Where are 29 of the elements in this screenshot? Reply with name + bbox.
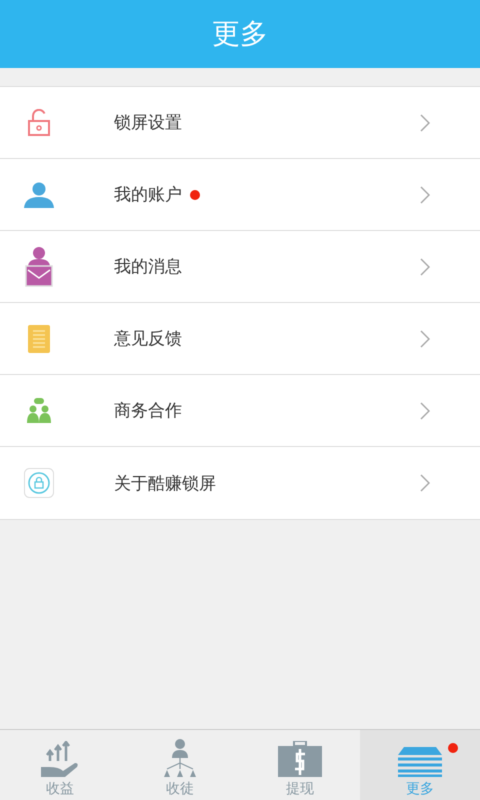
menu-label: 我的消息 bbox=[114, 256, 182, 278]
chevron-icon bbox=[420, 258, 430, 276]
padlock-icon bbox=[27, 108, 51, 136]
menu-row[interactable]: 锁屏设置 bbox=[0, 87, 480, 159]
org-chart-icon bbox=[162, 739, 198, 777]
menu-row[interactable]: 关于酷赚锁屏 bbox=[0, 447, 480, 519]
chevron-icon bbox=[420, 474, 430, 492]
chevron-icon bbox=[420, 402, 430, 420]
menu-label: 意见反馈 bbox=[114, 328, 182, 350]
chevron-icon bbox=[420, 114, 430, 132]
chevron-icon bbox=[420, 186, 430, 204]
person-envelope-icon bbox=[25, 246, 53, 286]
document-icon bbox=[28, 324, 50, 352]
money-bag-icon bbox=[278, 741, 322, 777]
menu-row[interactable]: 意见反馈 bbox=[0, 303, 480, 375]
menu-label: 关于酷赚锁屏 bbox=[114, 472, 216, 494]
stack-icon bbox=[398, 747, 442, 777]
menu-row[interactable]: 我的账户 bbox=[0, 159, 480, 231]
page-title: 更多 bbox=[212, 16, 268, 52]
menu-row[interactable]: 我的消息 bbox=[0, 231, 480, 303]
chevron-icon bbox=[420, 330, 430, 348]
menu-label: 我的账户 bbox=[114, 184, 182, 206]
app-lock-icon bbox=[24, 468, 54, 498]
person-icon bbox=[24, 182, 54, 208]
menu-row[interactable]: 商务合作 bbox=[0, 375, 480, 447]
menu-label: 商务合作 bbox=[114, 400, 182, 422]
people-chat-icon bbox=[27, 398, 51, 424]
hand-arrows-icon bbox=[41, 741, 79, 777]
menu-label: 锁屏设置 bbox=[114, 112, 182, 134]
